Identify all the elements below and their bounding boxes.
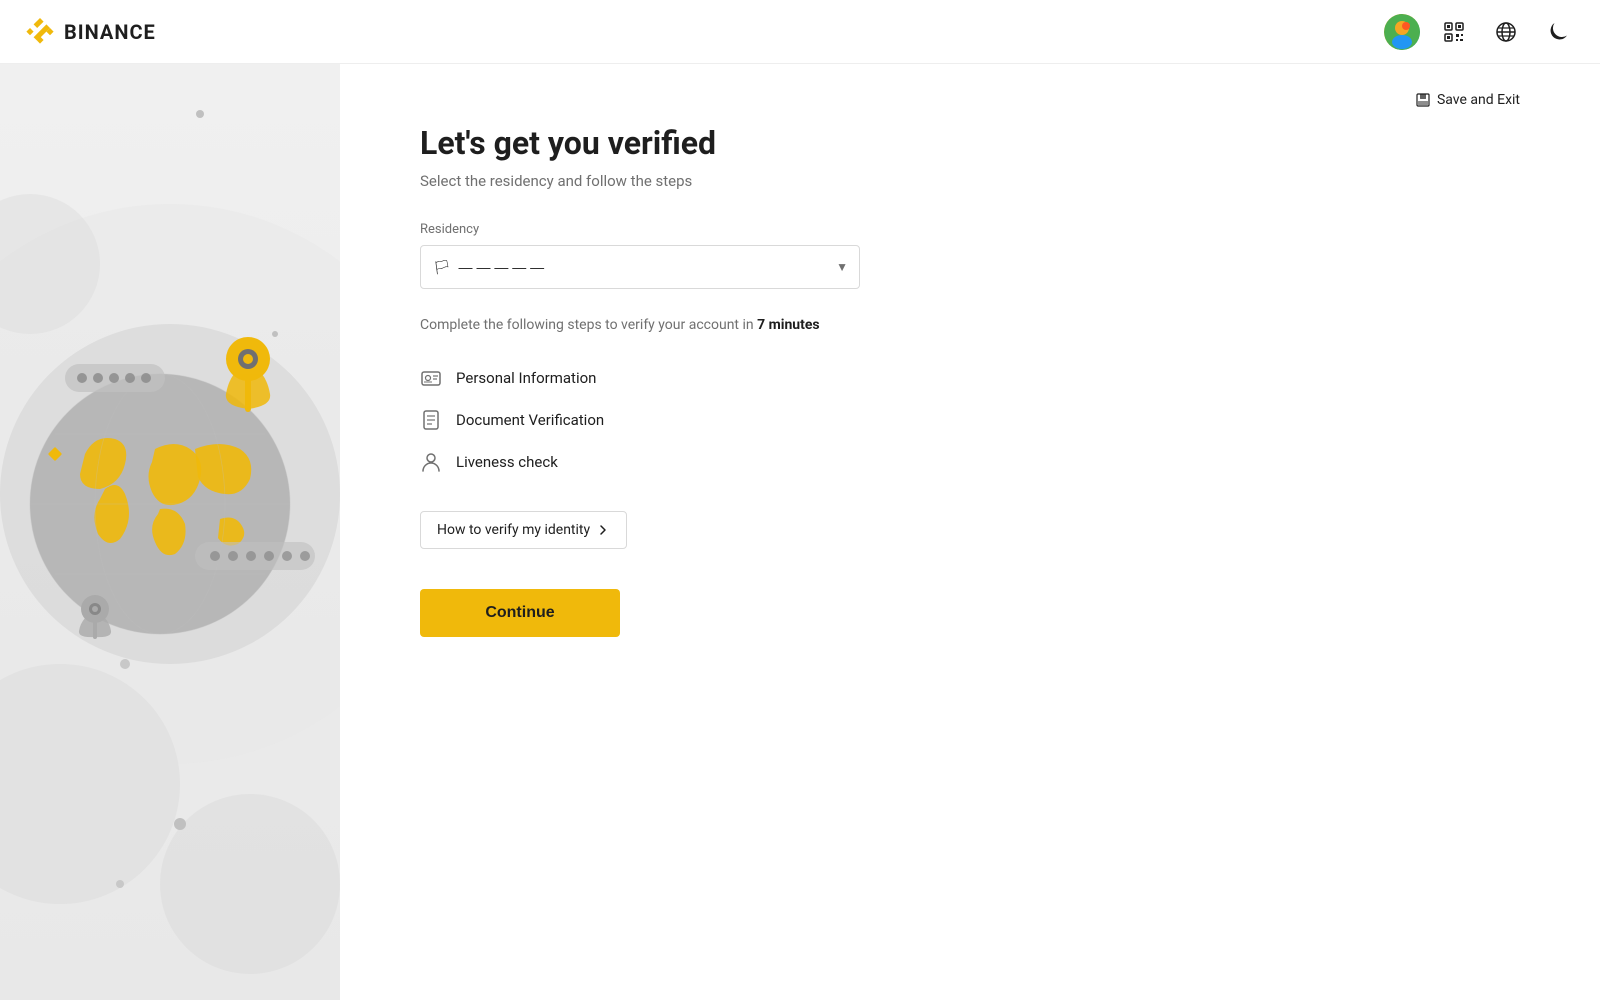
id-card-icon bbox=[420, 367, 442, 389]
page-subtitle: Select the residency and follow the step… bbox=[420, 172, 1520, 190]
header-actions bbox=[1384, 14, 1576, 50]
steps-list: Personal Information Document Verificati… bbox=[420, 357, 1520, 483]
continue-button[interactable]: Continue bbox=[420, 589, 620, 637]
save-icon bbox=[1415, 92, 1431, 108]
main-layout: Save and Exit Let's get you verified Sel… bbox=[0, 64, 1600, 1000]
save-exit-label: Save and Exit bbox=[1437, 92, 1520, 108]
dark-mode-icon[interactable] bbox=[1540, 14, 1576, 50]
qr-code-icon[interactable] bbox=[1436, 14, 1472, 50]
residency-select-wrapper: 🏳 — — — — — 🇺🇸 United States 🇬🇧 United K… bbox=[420, 245, 860, 289]
document-icon bbox=[420, 409, 442, 431]
verify-link-label: How to verify my identity bbox=[437, 522, 590, 538]
right-panel: Save and Exit Let's get you verified Sel… bbox=[340, 64, 1600, 1000]
residency-select[interactable]: 🏳 — — — — — 🇺🇸 United States 🇬🇧 United K… bbox=[420, 245, 860, 289]
residency-label: Residency bbox=[420, 222, 1520, 237]
page-title: Let's get you verified bbox=[420, 124, 1520, 162]
header: BINANCE bbox=[0, 0, 1600, 64]
steps-intro: Complete the following steps to verify y… bbox=[420, 317, 1520, 333]
logo-text: BINANCE bbox=[64, 20, 156, 44]
globe-icon[interactable] bbox=[1488, 14, 1524, 50]
step-liveness-label: Liveness check bbox=[456, 453, 558, 471]
person-icon bbox=[420, 451, 442, 473]
logo[interactable]: BINANCE bbox=[24, 16, 156, 48]
step-doc-verify: Document Verification bbox=[420, 399, 1520, 441]
chevron-right-icon bbox=[596, 523, 610, 537]
user-avatar[interactable] bbox=[1384, 14, 1420, 50]
step-doc-verify-label: Document Verification bbox=[456, 411, 604, 429]
step-personal-info-label: Personal Information bbox=[456, 369, 596, 387]
avatar-image bbox=[1384, 14, 1420, 50]
save-exit-button[interactable]: Save and Exit bbox=[1415, 92, 1520, 108]
step-liveness: Liveness check bbox=[420, 441, 1520, 483]
binance-logo-icon bbox=[24, 16, 56, 48]
left-panel bbox=[0, 64, 340, 1000]
how-to-verify-button[interactable]: How to verify my identity bbox=[420, 511, 627, 549]
illustration bbox=[0, 64, 340, 1000]
step-personal-info: Personal Information bbox=[420, 357, 1520, 399]
